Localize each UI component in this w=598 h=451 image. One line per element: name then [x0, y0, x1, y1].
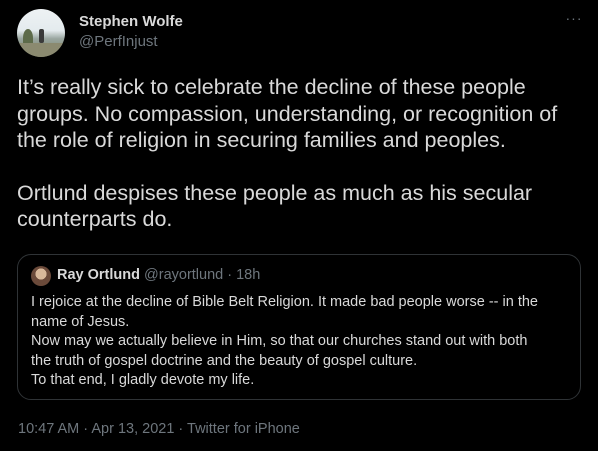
quoted-tweet-text: I rejoice at the decline of Bible Belt R…	[31, 293, 571, 391]
author-handle[interactable]: @PerfInjust	[79, 33, 158, 50]
tweet-text: It’s really sick to celebrate the declin…	[17, 74, 587, 233]
author-name[interactable]: Stephen Wolfe	[79, 13, 183, 30]
more-options-icon[interactable]: ···	[563, 10, 585, 32]
quoted-tweet-line: I rejoice at the decline of Bible Belt R…	[31, 294, 538, 310]
quoted-tweet-line: name of Jesus.	[31, 313, 130, 330]
footer-separator: ·	[79, 421, 92, 437]
avatar-person-graphic	[39, 29, 44, 43]
tweet-time-link[interactable]: 10:47 AM	[18, 421, 79, 437]
author-avatar[interactable]	[17, 9, 65, 57]
quoted-tweet-header: Ray Ortlund @rayortlund · 18h	[57, 267, 260, 283]
quoted-tweet-line: To that end, I gladly devote my life.	[31, 372, 255, 389]
quoted-author-name: Ray Ortlund	[57, 267, 140, 283]
quoted-author-avatar	[31, 266, 51, 286]
quoted-tweet-line: the truth of gospel doctrine and the bea…	[31, 352, 418, 369]
tweet-paragraph: Ortlund despises these people as much as…	[17, 180, 533, 232]
quoted-author-meta: @rayortlund · 18h	[144, 267, 261, 283]
tweet-footer: 10:47 AM · Apr 13, 2021 · Twitter for iP…	[18, 421, 300, 437]
tweet-source-link[interactable]: Twitter for iPhone	[187, 421, 300, 437]
quoted-tweet-card[interactable]: Ray Ortlund @rayortlund · 18h I rejoice …	[17, 254, 581, 400]
tweet-date-link[interactable]: Apr 13, 2021	[91, 421, 174, 437]
quoted-tweet-line: Now may we actually believe in Him, so t…	[31, 333, 528, 350]
footer-separator: ·	[174, 421, 188, 437]
avatar-beach-graphic	[17, 43, 65, 57]
tweet-paragraph: It’s really sick to celebrate the declin…	[17, 75, 558, 152]
